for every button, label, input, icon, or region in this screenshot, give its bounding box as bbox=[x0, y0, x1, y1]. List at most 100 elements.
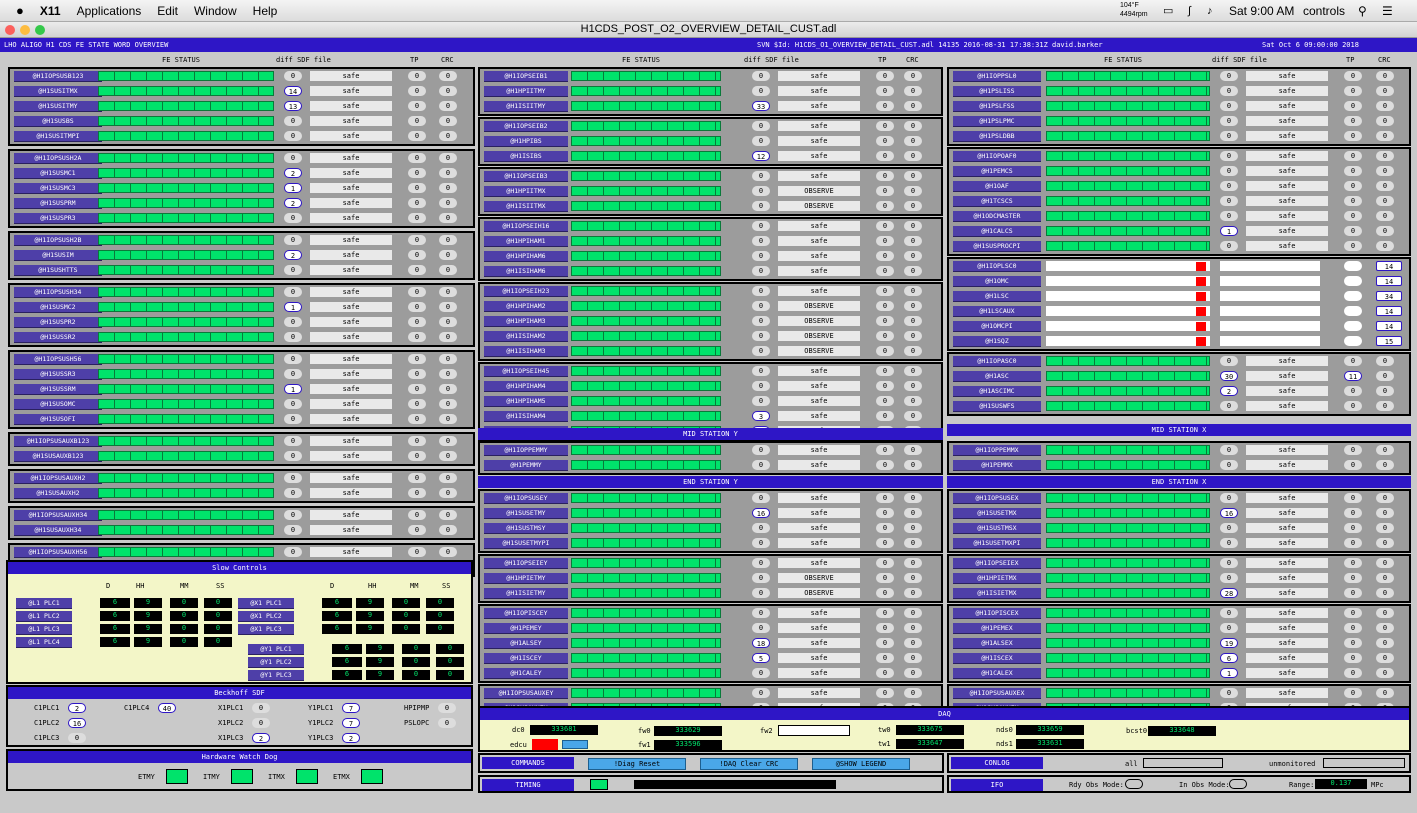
fe-name-button[interactable]: @H1PSLFSS bbox=[953, 101, 1041, 112]
close-icon[interactable] bbox=[5, 25, 15, 35]
fe-name-button[interactable]: @H1ISIITMX bbox=[484, 201, 568, 212]
fe-name-button[interactable]: @H1HPIHAM2 bbox=[484, 301, 568, 312]
fe-name-button[interactable]: @H1IOPSUSEY bbox=[484, 493, 568, 504]
fe-name-button[interactable]: @H1SUSSRM bbox=[14, 384, 102, 395]
sdf-diff-count[interactable]: 0 bbox=[1220, 71, 1238, 81]
fe-name-button[interactable]: @H1IOPPSL0 bbox=[953, 71, 1041, 82]
beckhoff-count[interactable]: 16 bbox=[68, 718, 86, 728]
fe-name-button[interactable]: @H1SUSTMSX bbox=[953, 523, 1041, 534]
sdf-diff-count[interactable]: 0 bbox=[284, 525, 302, 535]
sdf-diff-count[interactable]: 0 bbox=[1220, 211, 1238, 221]
sdf-diff-count[interactable]: 0 bbox=[1220, 608, 1238, 618]
fe-name-button[interactable]: @H1IOPSEIB2 bbox=[484, 121, 568, 132]
beckhoff-count[interactable]: 40 bbox=[158, 703, 176, 713]
sdf-diff-count[interactable]: 0 bbox=[752, 558, 770, 568]
diag-reset-button[interactable]: !Diag Reset bbox=[588, 758, 686, 770]
fe-name-button[interactable]: @H1ALSEY bbox=[484, 638, 568, 649]
sdf-diff-count[interactable]: 0 bbox=[284, 414, 302, 424]
plc-button[interactable]: @Y1 PLC2 bbox=[248, 657, 304, 668]
sdf-diff-count[interactable]: 0 bbox=[1220, 166, 1238, 176]
fe-name-button[interactable]: @H1SUSHTTS bbox=[14, 265, 102, 276]
beckhoff-count[interactable]: 0 bbox=[252, 703, 270, 713]
fe-name-button[interactable]: @H1SUSAUXH2 bbox=[14, 488, 102, 499]
fe-name-button[interactable]: @H1IOPSUSAUXEY bbox=[484, 688, 568, 699]
fe-name-button[interactable]: @H1IOPSEIB1 bbox=[484, 71, 568, 82]
fe-name-button[interactable]: @H1PEMMX bbox=[953, 460, 1041, 471]
plc-button[interactable]: @Y1 PLC1 bbox=[248, 644, 304, 655]
fe-name-button[interactable]: @H1CALEX bbox=[953, 668, 1041, 679]
sdf-diff-count[interactable]: 0 bbox=[1220, 523, 1238, 533]
plc-button[interactable]: @X1 PLC2 bbox=[238, 611, 294, 622]
fe-name-button[interactable]: @H1HPIITMX bbox=[484, 186, 568, 197]
fe-name-button[interactable]: @H1SUSPRM bbox=[14, 198, 102, 209]
sdf-diff-count[interactable]: 0 bbox=[752, 71, 770, 81]
fe-name-button[interactable]: @H1SUSIM bbox=[14, 250, 102, 261]
sdf-diff-count[interactable]: 0 bbox=[752, 573, 770, 583]
fe-name-button[interactable]: @H1PSLPMC bbox=[953, 116, 1041, 127]
fe-name-button[interactable]: @H1PSLISS bbox=[953, 86, 1041, 97]
fe-name-button[interactable]: @H1PEMEX bbox=[953, 623, 1041, 634]
fe-name-button[interactable]: @H1IOPSUSH56 bbox=[14, 354, 102, 365]
sdf-diff-count[interactable]: 0 bbox=[752, 186, 770, 196]
fe-name-button[interactable]: @H1IOPISCEY bbox=[484, 608, 568, 619]
sdf-diff-count[interactable]: 0 bbox=[1220, 688, 1238, 698]
fe-name-button[interactable]: @H1IOPSUSAUXB123 bbox=[14, 436, 102, 447]
sdf-diff-count[interactable]: 0 bbox=[1220, 241, 1238, 251]
bluetooth-icon[interactable]: ∫ bbox=[1188, 5, 1191, 17]
sdf-diff-count[interactable]: 13 bbox=[284, 101, 302, 111]
app-menu[interactable]: X11 bbox=[40, 4, 61, 18]
sdf-diff-count[interactable]: 0 bbox=[752, 86, 770, 96]
sdf-diff-count[interactable]: 0 bbox=[284, 265, 302, 275]
sdf-diff-count[interactable]: 0 bbox=[1220, 151, 1238, 161]
fe-name-button[interactable]: @H1SUSPR2 bbox=[14, 317, 102, 328]
plc-button[interactable]: @L1 PLC1 bbox=[16, 598, 72, 609]
fe-name-button[interactable]: @H1ISCEX bbox=[953, 653, 1041, 664]
fe-name-button[interactable]: @H1SQZ bbox=[953, 336, 1041, 347]
fe-name-button[interactable]: @H1IOPSUSEX bbox=[953, 493, 1041, 504]
sdf-diff-count[interactable]: 0 bbox=[284, 451, 302, 461]
sdf-diff-count[interactable]: 0 bbox=[752, 538, 770, 548]
sdf-diff-count[interactable]: 0 bbox=[284, 116, 302, 126]
sdf-diff-count[interactable]: 0 bbox=[752, 236, 770, 246]
fe-name-button[interactable]: @H1SUSSR3 bbox=[14, 369, 102, 380]
fe-name-button[interactable]: @H1SUSETMXPI bbox=[953, 538, 1041, 549]
menu-window[interactable]: Window bbox=[194, 4, 237, 18]
fe-name-button[interactable]: @H1IOPSUSAUXH56 bbox=[14, 547, 102, 558]
sdf-diff-count[interactable]: 0 bbox=[752, 623, 770, 633]
sdf-diff-count[interactable]: 0 bbox=[284, 287, 302, 297]
sdf-diff-count[interactable]: 0 bbox=[1220, 101, 1238, 111]
watchdog-indicator[interactable] bbox=[361, 769, 383, 784]
beckhoff-count[interactable]: 7 bbox=[342, 703, 360, 713]
sdf-diff-count[interactable]: 30 bbox=[1220, 371, 1238, 381]
fe-name-button[interactable]: @H1ASC bbox=[953, 371, 1041, 382]
sdf-diff-count[interactable]: 0 bbox=[284, 131, 302, 141]
watchdog-indicator[interactable] bbox=[231, 769, 253, 784]
fe-name-button[interactable]: @H1IOPOAF0 bbox=[953, 151, 1041, 162]
fe-name-button[interactable]: @H1IOPSUSAUXH2 bbox=[14, 473, 102, 484]
sdf-diff-count[interactable]: 16 bbox=[752, 508, 770, 518]
beckhoff-count[interactable]: 2 bbox=[342, 733, 360, 743]
fe-name-button[interactable]: @H1HPIETMY bbox=[484, 573, 568, 584]
fe-name-button[interactable]: @H1SUSPROCPI bbox=[953, 241, 1041, 252]
fe-name-button[interactable]: @H1IOPSEIEY bbox=[484, 558, 568, 569]
sdf-diff-count[interactable]: 0 bbox=[752, 688, 770, 698]
sdf-diff-count[interactable]: 0 bbox=[1220, 558, 1238, 568]
sdf-diff-count[interactable]: 0 bbox=[284, 213, 302, 223]
fe-name-button[interactable]: @H1SUSITMX bbox=[14, 86, 102, 97]
sdf-diff-count[interactable]: 0 bbox=[752, 286, 770, 296]
fe-name-button[interactable]: @H1HPIHAM1 bbox=[484, 236, 568, 247]
search-icon[interactable]: ⚲ bbox=[1358, 4, 1367, 18]
sdf-diff-count[interactable]: 16 bbox=[1220, 508, 1238, 518]
sdf-diff-count[interactable]: 1 bbox=[284, 302, 302, 312]
sdf-diff-count[interactable]: 0 bbox=[752, 346, 770, 356]
sdf-diff-count[interactable]: 0 bbox=[1220, 460, 1238, 470]
fe-name-button[interactable]: @H1SUSMC1 bbox=[14, 168, 102, 179]
menu-help[interactable]: Help bbox=[253, 4, 278, 18]
beckhoff-count[interactable]: 2 bbox=[252, 733, 270, 743]
daq-clear-crc-button[interactable]: !DAQ Clear CRC bbox=[700, 758, 798, 770]
sdf-diff-count[interactable]: 19 bbox=[1220, 638, 1238, 648]
sdf-diff-count[interactable]: 14 bbox=[284, 86, 302, 96]
fe-name-button[interactable]: @H1SUSMC3 bbox=[14, 183, 102, 194]
apple-icon[interactable]: ● bbox=[16, 3, 24, 18]
fe-name-button[interactable]: @H1PSLDBB bbox=[953, 131, 1041, 142]
